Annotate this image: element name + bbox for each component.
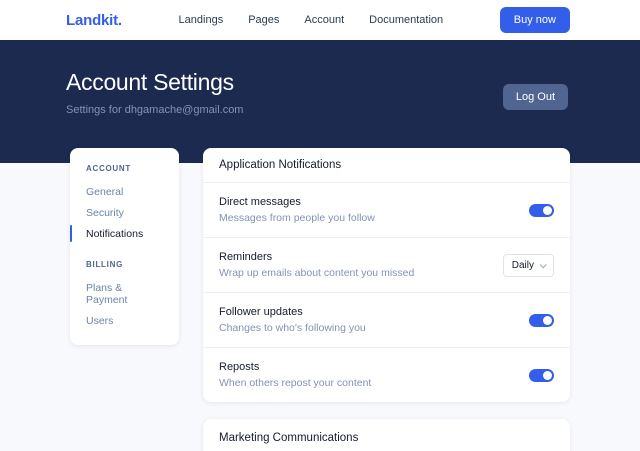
setting-description: Messages from people you follow bbox=[219, 212, 375, 224]
buy-now-button[interactable]: Buy now bbox=[500, 7, 570, 33]
nav-link-documentation[interactable]: Documentation bbox=[369, 14, 443, 26]
sidebar-item-plans-payment[interactable]: Plans & Payment bbox=[70, 277, 179, 310]
brand-logo[interactable]: Landkit. bbox=[66, 12, 122, 29]
setting-description: When others repost your content bbox=[219, 377, 371, 389]
setting-text: Direct messages Messages from people you… bbox=[219, 196, 375, 224]
hero-banner: Account Settings Settings for dhgamache@… bbox=[0, 40, 640, 163]
panel-application-notifications: Application Notifications Direct message… bbox=[203, 148, 570, 402]
setting-title: Direct messages bbox=[219, 196, 375, 208]
setting-text: Follower updates Changes to who's follow… bbox=[219, 306, 366, 334]
setting-title: Follower updates bbox=[219, 306, 366, 318]
setting-text: Reminders Wrap up emails about content y… bbox=[219, 251, 414, 279]
page-title: Account Settings bbox=[66, 69, 243, 96]
settings-main-column: Application Notifications Direct message… bbox=[203, 148, 570, 451]
toggle-knob bbox=[543, 316, 552, 325]
nav-link-landings[interactable]: Landings bbox=[179, 14, 224, 26]
setting-description: Wrap up emails about content you missed bbox=[219, 267, 414, 279]
sidebar-item-general[interactable]: General bbox=[70, 181, 179, 202]
direct-messages-toggle[interactable] bbox=[529, 204, 554, 217]
content-area: ACCOUNT General Security Notifications B… bbox=[70, 148, 570, 451]
logout-button[interactable]: Log Out bbox=[503, 84, 568, 110]
selected-option-label: Daily bbox=[512, 260, 534, 271]
setting-title: Reminders bbox=[219, 251, 414, 263]
toggle-knob bbox=[543, 371, 552, 380]
page-subtitle: Settings for dhgamache@gmail.com bbox=[66, 104, 243, 116]
setting-title: Reposts bbox=[219, 361, 371, 373]
reposts-toggle[interactable] bbox=[529, 369, 554, 382]
setting-row-direct-messages: Direct messages Messages from people you… bbox=[203, 183, 570, 238]
panel-marketing-communications: Marketing Communications bbox=[203, 419, 570, 451]
setting-row-reminders: Reminders Wrap up emails about content y… bbox=[203, 238, 570, 293]
sidebar-section-account: ACCOUNT General Security Notifications bbox=[70, 164, 179, 244]
follower-updates-toggle[interactable] bbox=[529, 314, 554, 327]
sidebar-section-header-billing: BILLING bbox=[70, 260, 179, 269]
panel-title: Application Notifications bbox=[203, 148, 570, 183]
setting-description: Changes to who's following you bbox=[219, 322, 366, 334]
reminders-frequency-select[interactable]: Daily bbox=[503, 254, 554, 277]
settings-sidebar: ACCOUNT General Security Notifications B… bbox=[70, 148, 179, 345]
nav-links: Landings Pages Account Documentation bbox=[122, 14, 500, 26]
toggle-knob bbox=[543, 206, 552, 215]
nav-link-account[interactable]: Account bbox=[304, 14, 344, 26]
sidebar-item-notifications[interactable]: Notifications bbox=[70, 223, 179, 244]
hero-text: Account Settings Settings for dhgamache@… bbox=[66, 40, 243, 116]
sidebar-item-security[interactable]: Security bbox=[70, 202, 179, 223]
navbar: Landkit. Landings Pages Account Document… bbox=[0, 0, 640, 40]
setting-text: Reposts When others repost your content bbox=[219, 361, 371, 389]
panel-title: Marketing Communications bbox=[203, 419, 570, 451]
nav-link-pages[interactable]: Pages bbox=[248, 14, 279, 26]
chevron-down-icon bbox=[540, 261, 547, 268]
setting-row-follower-updates: Follower updates Changes to who's follow… bbox=[203, 293, 570, 348]
setting-row-reposts: Reposts When others repost your content bbox=[203, 348, 570, 402]
sidebar-section-header-account: ACCOUNT bbox=[70, 164, 179, 173]
sidebar-section-billing: BILLING Plans & Payment Users bbox=[70, 260, 179, 331]
sidebar-item-users[interactable]: Users bbox=[70, 310, 179, 331]
